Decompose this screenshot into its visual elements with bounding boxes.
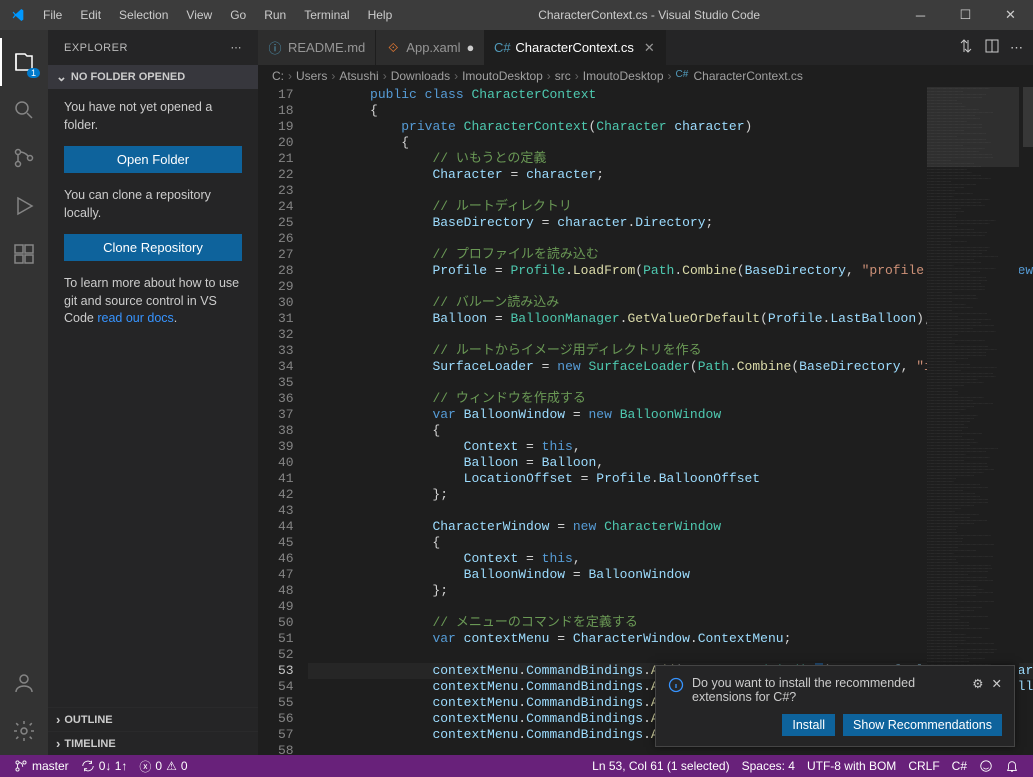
branch-icon [14, 759, 28, 773]
info-icon: ⓘ [268, 41, 282, 55]
maximize-button[interactable]: ☐ [943, 0, 988, 30]
sync-icon [81, 759, 95, 773]
menu-terminal[interactable]: Terminal [296, 4, 357, 26]
info-icon [668, 677, 684, 693]
error-icon: ⓧ [139, 758, 151, 775]
sidebar: EXPLORER ⋯ ⌄ NO FOLDER OPENED You have n… [48, 30, 258, 755]
notification-text: Do you want to install the recommended e… [692, 676, 964, 704]
window-title: CharacterContext.cs - Visual Studio Code [400, 8, 898, 22]
more-icon[interactable]: ⋯ [1010, 40, 1023, 56]
notification-toast: Do you want to install the recommended e… [655, 665, 1015, 747]
editor-tabs: ⓘ README.md ⟐ App.xaml ● C# CharacterCon… [258, 30, 1033, 65]
activity-search[interactable] [0, 86, 48, 134]
activity-explorer[interactable]: 1 [0, 38, 48, 86]
menubar: File Edit Selection View Go Run Terminal… [35, 4, 400, 26]
scrollbar-vertical[interactable] [1019, 87, 1033, 755]
status-spaces[interactable]: Spaces: 4 [736, 759, 801, 773]
status-feedback[interactable] [973, 759, 999, 773]
status-branch[interactable]: master [8, 759, 75, 773]
chevron-right-icon: › [56, 736, 60, 751]
status-sync[interactable]: 0↓ 1↑ [75, 759, 134, 773]
learn-msg: To learn more about how to use git and s… [64, 275, 242, 328]
explorer-badge: 1 [27, 68, 40, 78]
clone-repo-button[interactable]: Clone Repository [64, 234, 242, 261]
activitybar: 1 [0, 30, 48, 755]
statusbar: master 0↓ 1↑ ⓧ0 ⚠0 Ln 53, Col 61 (1 sele… [0, 755, 1033, 777]
split-icon[interactable] [984, 38, 1000, 57]
menu-selection[interactable]: Selection [111, 4, 176, 26]
cs-icon: C# [676, 69, 690, 83]
code-editor[interactable]: 1718192021222324252627282930313233343536… [258, 87, 1033, 755]
tab-charactercontext[interactable]: C# CharacterContext.cs ✕ [485, 30, 665, 65]
feedback-icon [979, 759, 993, 773]
status-position[interactable]: Ln 53, Col 61 (1 selected) [586, 759, 735, 773]
timeline-section[interactable]: ›TIMELINE [48, 731, 258, 755]
close-tab-icon[interactable]: ✕ [644, 40, 655, 56]
chevron-right-icon: › [56, 712, 60, 727]
activity-account[interactable] [0, 659, 48, 707]
clone-msg: You can clone a repository locally. [64, 187, 242, 222]
editor-area: ⓘ README.md ⟐ App.xaml ● C# CharacterCon… [258, 30, 1033, 755]
nofolder-msg: You have not yet opened a folder. [64, 99, 242, 134]
status-encoding[interactable]: UTF-8 with BOM [801, 759, 902, 773]
sidebar-more-icon[interactable]: ⋯ [231, 41, 243, 54]
menu-file[interactable]: File [35, 4, 70, 26]
close-button[interactable]: ✕ [988, 0, 1033, 30]
bell-icon [1005, 759, 1019, 773]
tab-readme[interactable]: ⓘ README.md [258, 30, 376, 65]
app-logo [0, 7, 35, 23]
gear-icon[interactable]: ⚙ [972, 676, 983, 691]
xml-icon: ⟐ [386, 41, 400, 55]
menu-run[interactable]: Run [256, 4, 294, 26]
sidebar-title: EXPLORER [64, 42, 128, 54]
menu-go[interactable]: Go [222, 4, 254, 26]
activity-debug[interactable] [0, 182, 48, 230]
activity-scm[interactable] [0, 134, 48, 182]
cs-icon: C# [495, 41, 509, 55]
menu-view[interactable]: View [178, 4, 220, 26]
activity-settings[interactable] [0, 707, 48, 755]
install-button[interactable]: Install [782, 714, 835, 736]
read-docs-link[interactable]: read our docs [97, 311, 173, 325]
warning-icon: ⚠ [166, 759, 177, 773]
menu-edit[interactable]: Edit [72, 4, 109, 26]
scrollbar-thumb[interactable] [1023, 87, 1033, 147]
dirty-indicator: ● [467, 40, 475, 55]
close-icon[interactable]: ✕ [992, 676, 1002, 691]
minimap[interactable]: ▪▪▪▪▪▪▪▪▪▪▪▪▪▪▪▪▪▪▪▪▪▪▪▪▪▪▪▪▪▪▪▪▪▪▪▪▪▪▪▪… [927, 87, 1019, 755]
status-bell[interactable] [999, 759, 1025, 773]
titlebar: File Edit Selection View Go Run Terminal… [0, 0, 1033, 30]
tab-appxaml[interactable]: ⟐ App.xaml ● [376, 30, 485, 65]
open-folder-button[interactable]: Open Folder [64, 146, 242, 173]
status-language[interactable]: C# [946, 759, 973, 773]
sidebar-nofolder-header[interactable]: ⌄ NO FOLDER OPENED [48, 65, 258, 89]
chevron-down-icon: ⌄ [56, 69, 67, 85]
breadcrumbs[interactable]: C:› Users› Atsushi› Downloads› ImoutoDes… [258, 65, 1033, 87]
compare-icon[interactable] [958, 38, 974, 57]
show-recommendations-button[interactable]: Show Recommendations [843, 714, 1002, 736]
activity-extensions[interactable] [0, 230, 48, 278]
status-problems[interactable]: ⓧ0 ⚠0 [133, 758, 193, 775]
status-eol[interactable]: CRLF [902, 759, 945, 773]
menu-help[interactable]: Help [360, 4, 401, 26]
minimize-button[interactable]: ─ [898, 0, 943, 30]
outline-section[interactable]: ›OUTLINE [48, 707, 258, 731]
